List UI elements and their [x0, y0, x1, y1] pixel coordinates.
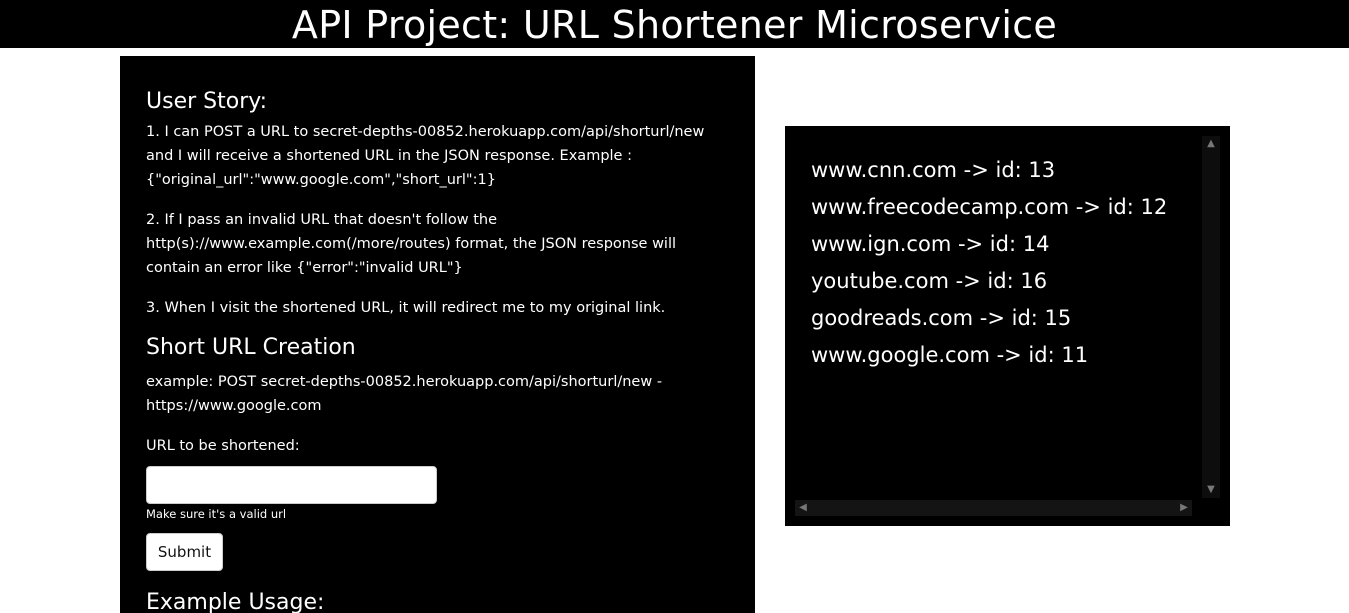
vertical-scrollbar[interactable]: ▲ ▼ [1202, 136, 1220, 498]
shortened-urls-panel: www.cnn.com -> id: 13 www.freecodecamp.c… [785, 126, 1230, 526]
example-usage-heading: Example Usage: [146, 590, 325, 613]
user-story-heading: User Story: [146, 89, 268, 114]
creation-example-text: example: POST secret-depths-00852.heroku… [146, 374, 663, 414]
page-header: API Project: URL Shortener Microservice [0, 0, 1349, 48]
chevron-right-icon[interactable]: ▶ [1178, 502, 1190, 514]
chevron-down-icon[interactable]: ▼ [1205, 484, 1217, 496]
url-list-item: www.ign.com -> id: 14 [811, 232, 1050, 256]
instructions-panel: User Story: 1. I can POST a URL to secre… [120, 56, 755, 613]
user-story-item-3: 3. When I visit the shortened URL, it wi… [146, 300, 666, 316]
short-url-creation-heading: Short URL Creation [146, 335, 356, 360]
chevron-up-icon[interactable]: ▲ [1205, 138, 1217, 150]
url-input-hint: Make sure it's a valid url [146, 507, 287, 521]
url-list: www.cnn.com -> id: 13 www.freecodecamp.c… [793, 134, 1206, 374]
url-list-item: goodreads.com -> id: 15 [811, 306, 1072, 330]
shorten-url-form: URL to be shortened: Make sure it's a va… [146, 434, 729, 571]
horizontal-scrollbar[interactable]: ◀ ▶ [795, 500, 1192, 516]
submit-button[interactable]: Submit [146, 533, 223, 571]
url-list-item: www.google.com -> id: 11 [811, 343, 1089, 367]
page-title: API Project: URL Shortener Microservice [291, 3, 1058, 47]
url-input-label: URL to be shortened: [146, 438, 300, 454]
url-list-item: youtube.com -> id: 16 [811, 269, 1048, 293]
url-list-scroll-area[interactable]: www.cnn.com -> id: 13 www.freecodecamp.c… [793, 134, 1206, 516]
url-list-item: www.cnn.com -> id: 13 [811, 158, 1056, 182]
chevron-left-icon[interactable]: ◀ [797, 502, 809, 514]
user-story-item-1: 1. I can POST a URL to secret-depths-008… [146, 124, 705, 188]
url-input[interactable] [146, 466, 437, 504]
url-list-item: www.freecodecamp.com -> id: 12 [811, 195, 1168, 219]
user-story-item-2: 2. If I pass an invalid URL that doesn't… [146, 212, 677, 276]
